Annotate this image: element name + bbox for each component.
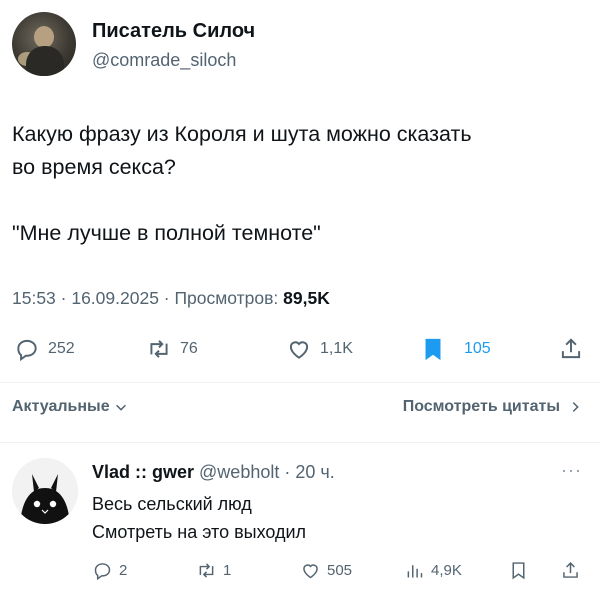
- view-count: 89,5K: [283, 288, 330, 308]
- like-button[interactable]: 1,1K: [286, 334, 353, 364]
- chevron-down-icon: [114, 400, 128, 414]
- tweet-text-line: Какую фразу из Короля и шута можно сказа…: [12, 122, 472, 146]
- reply-reply-button[interactable]: 2: [92, 558, 127, 582]
- replies-sort-dropdown[interactable]: Актуальные: [12, 398, 128, 416]
- author-display-name[interactable]: Писатель Силоч: [92, 20, 255, 43]
- author-avatar[interactable]: [12, 12, 76, 76]
- share-icon: [561, 338, 581, 359]
- view-quotes-link[interactable]: Посмотреть цитаты: [403, 398, 582, 416]
- reply-repost-button[interactable]: 1: [196, 558, 231, 582]
- bookmark-count: 105: [464, 340, 491, 357]
- tweet-meta: 15:53 · 16.09.2025 · Просмотров: 89,5K: [12, 288, 330, 309]
- repost-icon: [150, 340, 168, 358]
- more-options-icon[interactable]: ···: [561, 460, 582, 481]
- repost-button[interactable]: 76: [146, 334, 198, 364]
- reply-icon: [17, 339, 37, 362]
- repost-count: 76: [180, 340, 198, 357]
- reply-avatar[interactable]: [12, 458, 78, 524]
- tweet-text-line: во время секса?: [12, 155, 176, 179]
- bookmark-icon: [512, 561, 525, 579]
- reply-author-handle[interactable]: @webholt: [199, 462, 279, 482]
- reply-views-button[interactable]: 4,9K: [404, 558, 462, 582]
- reply-share-button[interactable]: [560, 558, 581, 582]
- divider: [0, 382, 600, 383]
- tweet-text: Какую фразу из Короля и шута можно сказа…: [12, 118, 582, 250]
- sort-label: Актуальные: [12, 398, 110, 415]
- reply-repost-count: 1: [223, 561, 232, 579]
- bookmark-button[interactable]: 105: [420, 334, 491, 364]
- reply-like-button[interactable]: 505: [300, 558, 352, 582]
- reply-reply-count: 2: [119, 561, 128, 579]
- quotes-label: Посмотреть цитаты: [402, 398, 560, 415]
- tweet-timestamp[interactable]: 15:53 · 16.09.2025 · Просмотров:: [12, 288, 283, 308]
- reply-like-count: 505: [327, 561, 353, 579]
- avatar-head: [34, 26, 54, 48]
- reply-author-name[interactable]: Vlad :: gwer: [92, 462, 194, 482]
- like-icon: [289, 341, 309, 359]
- share-icon: [563, 561, 578, 578]
- like-icon: [303, 563, 318, 578]
- bookmark-icon: [425, 338, 441, 361]
- reply-avatar-image: [12, 458, 78, 524]
- reply-bookmark-button[interactable]: [508, 558, 529, 582]
- avatar-body: [26, 46, 64, 76]
- reply-text-line: Смотреть на это выходил: [92, 522, 307, 542]
- share-button[interactable]: [558, 334, 584, 364]
- reply-icon: [94, 562, 111, 580]
- like-count: 1,1K: [320, 340, 353, 357]
- reply-text: Весь сельский люд Смотреть на это выходи…: [92, 490, 306, 546]
- reply-button[interactable]: 252: [14, 334, 75, 364]
- divider: [0, 442, 600, 443]
- reply-views-count: 4,9K: [431, 561, 462, 579]
- reply-count: 252: [48, 340, 75, 357]
- tweet-text-line: "Мне лучше в полной темноте": [12, 221, 321, 245]
- repost-icon: [199, 562, 214, 578]
- author-handle[interactable]: @comrade_siloch: [92, 50, 236, 71]
- chevron-right-icon: [568, 400, 582, 414]
- reply-text-line: Весь сельский люд: [92, 494, 252, 514]
- reply-time[interactable]: · 20 ч.: [284, 462, 334, 482]
- reply-header: Vlad :: gwer @webholt · 20 ч.: [92, 462, 335, 483]
- views-icon: [407, 564, 423, 577]
